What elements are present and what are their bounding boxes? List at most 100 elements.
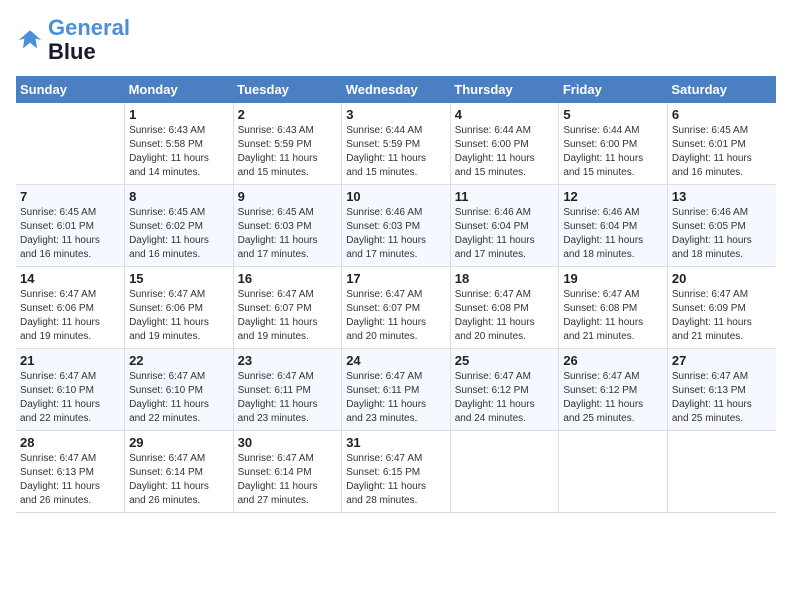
cell-info: Sunrise: 6:47 AM Sunset: 6:15 PM Dayligh… [346, 452, 446, 508]
day-number: 4 [455, 107, 555, 122]
cell-info: Sunrise: 6:45 AM Sunset: 6:01 PM Dayligh… [20, 206, 120, 262]
day-number: 27 [672, 353, 772, 368]
calendar-cell: 25Sunrise: 6:47 AM Sunset: 6:12 PM Dayli… [450, 349, 559, 431]
cell-info: Sunrise: 6:45 AM Sunset: 6:01 PM Dayligh… [672, 124, 772, 180]
calendar-cell: 14Sunrise: 6:47 AM Sunset: 6:06 PM Dayli… [16, 267, 125, 349]
calendar-cell [16, 103, 125, 185]
cell-info: Sunrise: 6:47 AM Sunset: 6:12 PM Dayligh… [455, 370, 555, 426]
calendar-header: SundayMondayTuesdayWednesdayThursdayFrid… [16, 76, 776, 103]
calendar-cell: 4 Sunrise: 6:44 AM Sunset: 6:00 PM Daylig… [450, 103, 559, 185]
weekday-header: Thursday [450, 76, 559, 103]
page-header: General Blue [16, 16, 776, 64]
calendar-cell: 30 Sunrise: 6:47 AM Sunset: 6:14 PM Dayli… [233, 431, 342, 513]
calendar-cell: 11 Sunrise: 6:46 AM Sunset: 6:04 PM Dayli… [450, 185, 559, 267]
cell-info: Sunrise: 6:47 AM Sunset: 6:06 PM Dayligh… [20, 288, 120, 344]
day-number: 18 [455, 271, 555, 286]
cell-info: Sunrise: 6:44 AM Sunset: 6:00 PM Dayligh… [455, 124, 555, 180]
calendar-cell: 13Sunrise: 6:46 AM Sunset: 6:05 PM Dayli… [667, 185, 776, 267]
calendar-cell: 18 Sunrise: 6:47 AM Sunset: 6:08 PM Dayli… [450, 267, 559, 349]
day-number: 9 [238, 189, 338, 204]
cell-info: Sunrise: 6:47 AM Sunset: 6:11 PM Dayligh… [346, 370, 446, 426]
cell-info: Sunrise: 6:47 AM Sunset: 6:14 PM Dayligh… [238, 452, 338, 508]
day-number: 26 [563, 353, 663, 368]
cell-info: Sunrise: 6:46 AM Sunset: 6:03 PM Dayligh… [346, 206, 446, 262]
day-number: 22 [129, 353, 229, 368]
calendar-cell: 8Sunrise: 6:45 AM Sunset: 6:02 PM Daylig… [125, 185, 234, 267]
calendar-cell: 23 Sunrise: 6:47 AM Sunset: 6:11 PM Dayli… [233, 349, 342, 431]
cell-info: Sunrise: 6:46 AM Sunset: 6:05 PM Dayligh… [672, 206, 772, 262]
day-number: 24 [346, 353, 446, 368]
calendar-cell: 6Sunrise: 6:45 AM Sunset: 6:01 PM Daylig… [667, 103, 776, 185]
cell-info: Sunrise: 6:47 AM Sunset: 6:08 PM Dayligh… [455, 288, 555, 344]
cell-info: Sunrise: 6:47 AM Sunset: 6:13 PM Dayligh… [20, 452, 120, 508]
calendar-cell: 17Sunrise: 6:47 AM Sunset: 6:07 PM Dayli… [342, 267, 451, 349]
day-number: 2 [238, 107, 338, 122]
day-number: 15 [129, 271, 229, 286]
day-number: 17 [346, 271, 446, 286]
weekday-header: Friday [559, 76, 668, 103]
day-number: 7 [20, 189, 120, 204]
cell-info: Sunrise: 6:46 AM Sunset: 6:04 PM Dayligh… [563, 206, 663, 262]
day-number: 10 [346, 189, 446, 204]
calendar-cell: 5 Sunrise: 6:44 AM Sunset: 6:00 PM Daylig… [559, 103, 668, 185]
cell-info: Sunrise: 6:47 AM Sunset: 6:11 PM Dayligh… [238, 370, 338, 426]
logo-icon [16, 26, 44, 54]
logo: General Blue [16, 16, 130, 64]
cell-info: Sunrise: 6:47 AM Sunset: 6:07 PM Dayligh… [238, 288, 338, 344]
cell-info: Sunrise: 6:44 AM Sunset: 5:59 PM Dayligh… [346, 124, 446, 180]
calendar-cell: 15 Sunrise: 6:47 AM Sunset: 6:06 PM Dayli… [125, 267, 234, 349]
day-number: 1 [129, 107, 229, 122]
calendar-cell: 1 Sunrise: 6:43 AM Sunset: 5:58 PM Daylig… [125, 103, 234, 185]
calendar-cell: 20 Sunrise: 6:47 AM Sunset: 6:09 PM Dayli… [667, 267, 776, 349]
calendar-cell: 31Sunrise: 6:47 AM Sunset: 6:15 PM Dayli… [342, 431, 451, 513]
calendar-cell [667, 431, 776, 513]
calendar-cell: 28 Sunrise: 6:47 AM Sunset: 6:13 PM Dayli… [16, 431, 125, 513]
cell-info: Sunrise: 6:44 AM Sunset: 6:00 PM Dayligh… [563, 124, 663, 180]
cell-info: Sunrise: 6:45 AM Sunset: 6:03 PM Dayligh… [238, 206, 338, 262]
calendar-cell [450, 431, 559, 513]
calendar-cell: 19 Sunrise: 6:47 AM Sunset: 6:08 PM Dayli… [559, 267, 668, 349]
cell-info: Sunrise: 6:47 AM Sunset: 6:08 PM Dayligh… [563, 288, 663, 344]
day-number: 28 [20, 435, 120, 450]
weekday-header: Sunday [16, 76, 125, 103]
cell-info: Sunrise: 6:45 AM Sunset: 6:02 PM Dayligh… [129, 206, 229, 262]
calendar-cell: 2Sunrise: 6:43 AM Sunset: 5:59 PM Daylig… [233, 103, 342, 185]
calendar-cell: 7 Sunrise: 6:45 AM Sunset: 6:01 PM Daylig… [16, 185, 125, 267]
calendar-cell: 10 Sunrise: 6:46 AM Sunset: 6:03 PM Dayli… [342, 185, 451, 267]
calendar-cell: 21 Sunrise: 6:47 AM Sunset: 6:10 PM Dayli… [16, 349, 125, 431]
calendar-cell [559, 431, 668, 513]
cell-info: Sunrise: 6:43 AM Sunset: 5:58 PM Dayligh… [129, 124, 229, 180]
day-number: 20 [672, 271, 772, 286]
calendar-cell: 3 Sunrise: 6:44 AM Sunset: 5:59 PM Daylig… [342, 103, 451, 185]
calendar-cell: 27 Sunrise: 6:47 AM Sunset: 6:13 PM Dayli… [667, 349, 776, 431]
day-number: 21 [20, 353, 120, 368]
day-number: 29 [129, 435, 229, 450]
day-number: 19 [563, 271, 663, 286]
weekday-header: Saturday [667, 76, 776, 103]
cell-info: Sunrise: 6:47 AM Sunset: 6:13 PM Dayligh… [672, 370, 772, 426]
calendar-cell: 22 Sunrise: 6:47 AM Sunset: 6:10 PM Dayli… [125, 349, 234, 431]
day-number: 5 [563, 107, 663, 122]
day-number: 11 [455, 189, 555, 204]
cell-info: Sunrise: 6:47 AM Sunset: 6:10 PM Dayligh… [20, 370, 120, 426]
day-number: 12 [563, 189, 663, 204]
day-number: 23 [238, 353, 338, 368]
day-number: 30 [238, 435, 338, 450]
calendar-cell: 16 Sunrise: 6:47 AM Sunset: 6:07 PM Dayli… [233, 267, 342, 349]
cell-info: Sunrise: 6:47 AM Sunset: 6:06 PM Dayligh… [129, 288, 229, 344]
calendar-body: 1 Sunrise: 6:43 AM Sunset: 5:58 PM Daylig… [16, 103, 776, 513]
calendar-cell: 9 Sunrise: 6:45 AM Sunset: 6:03 PM Daylig… [233, 185, 342, 267]
cell-info: Sunrise: 6:46 AM Sunset: 6:04 PM Dayligh… [455, 206, 555, 262]
logo-text: General Blue [48, 16, 130, 64]
cell-info: Sunrise: 6:47 AM Sunset: 6:09 PM Dayligh… [672, 288, 772, 344]
cell-info: Sunrise: 6:47 AM Sunset: 6:10 PM Dayligh… [129, 370, 229, 426]
day-number: 16 [238, 271, 338, 286]
calendar-cell: 12 Sunrise: 6:46 AM Sunset: 6:04 PM Dayli… [559, 185, 668, 267]
calendar-table: SundayMondayTuesdayWednesdayThursdayFrid… [16, 76, 776, 513]
weekday-header: Wednesday [342, 76, 451, 103]
cell-info: Sunrise: 6:47 AM Sunset: 6:14 PM Dayligh… [129, 452, 229, 508]
calendar-cell: 26 Sunrise: 6:47 AM Sunset: 6:12 PM Dayli… [559, 349, 668, 431]
cell-info: Sunrise: 6:47 AM Sunset: 6:12 PM Dayligh… [563, 370, 663, 426]
day-number: 3 [346, 107, 446, 122]
weekday-header: Monday [125, 76, 234, 103]
